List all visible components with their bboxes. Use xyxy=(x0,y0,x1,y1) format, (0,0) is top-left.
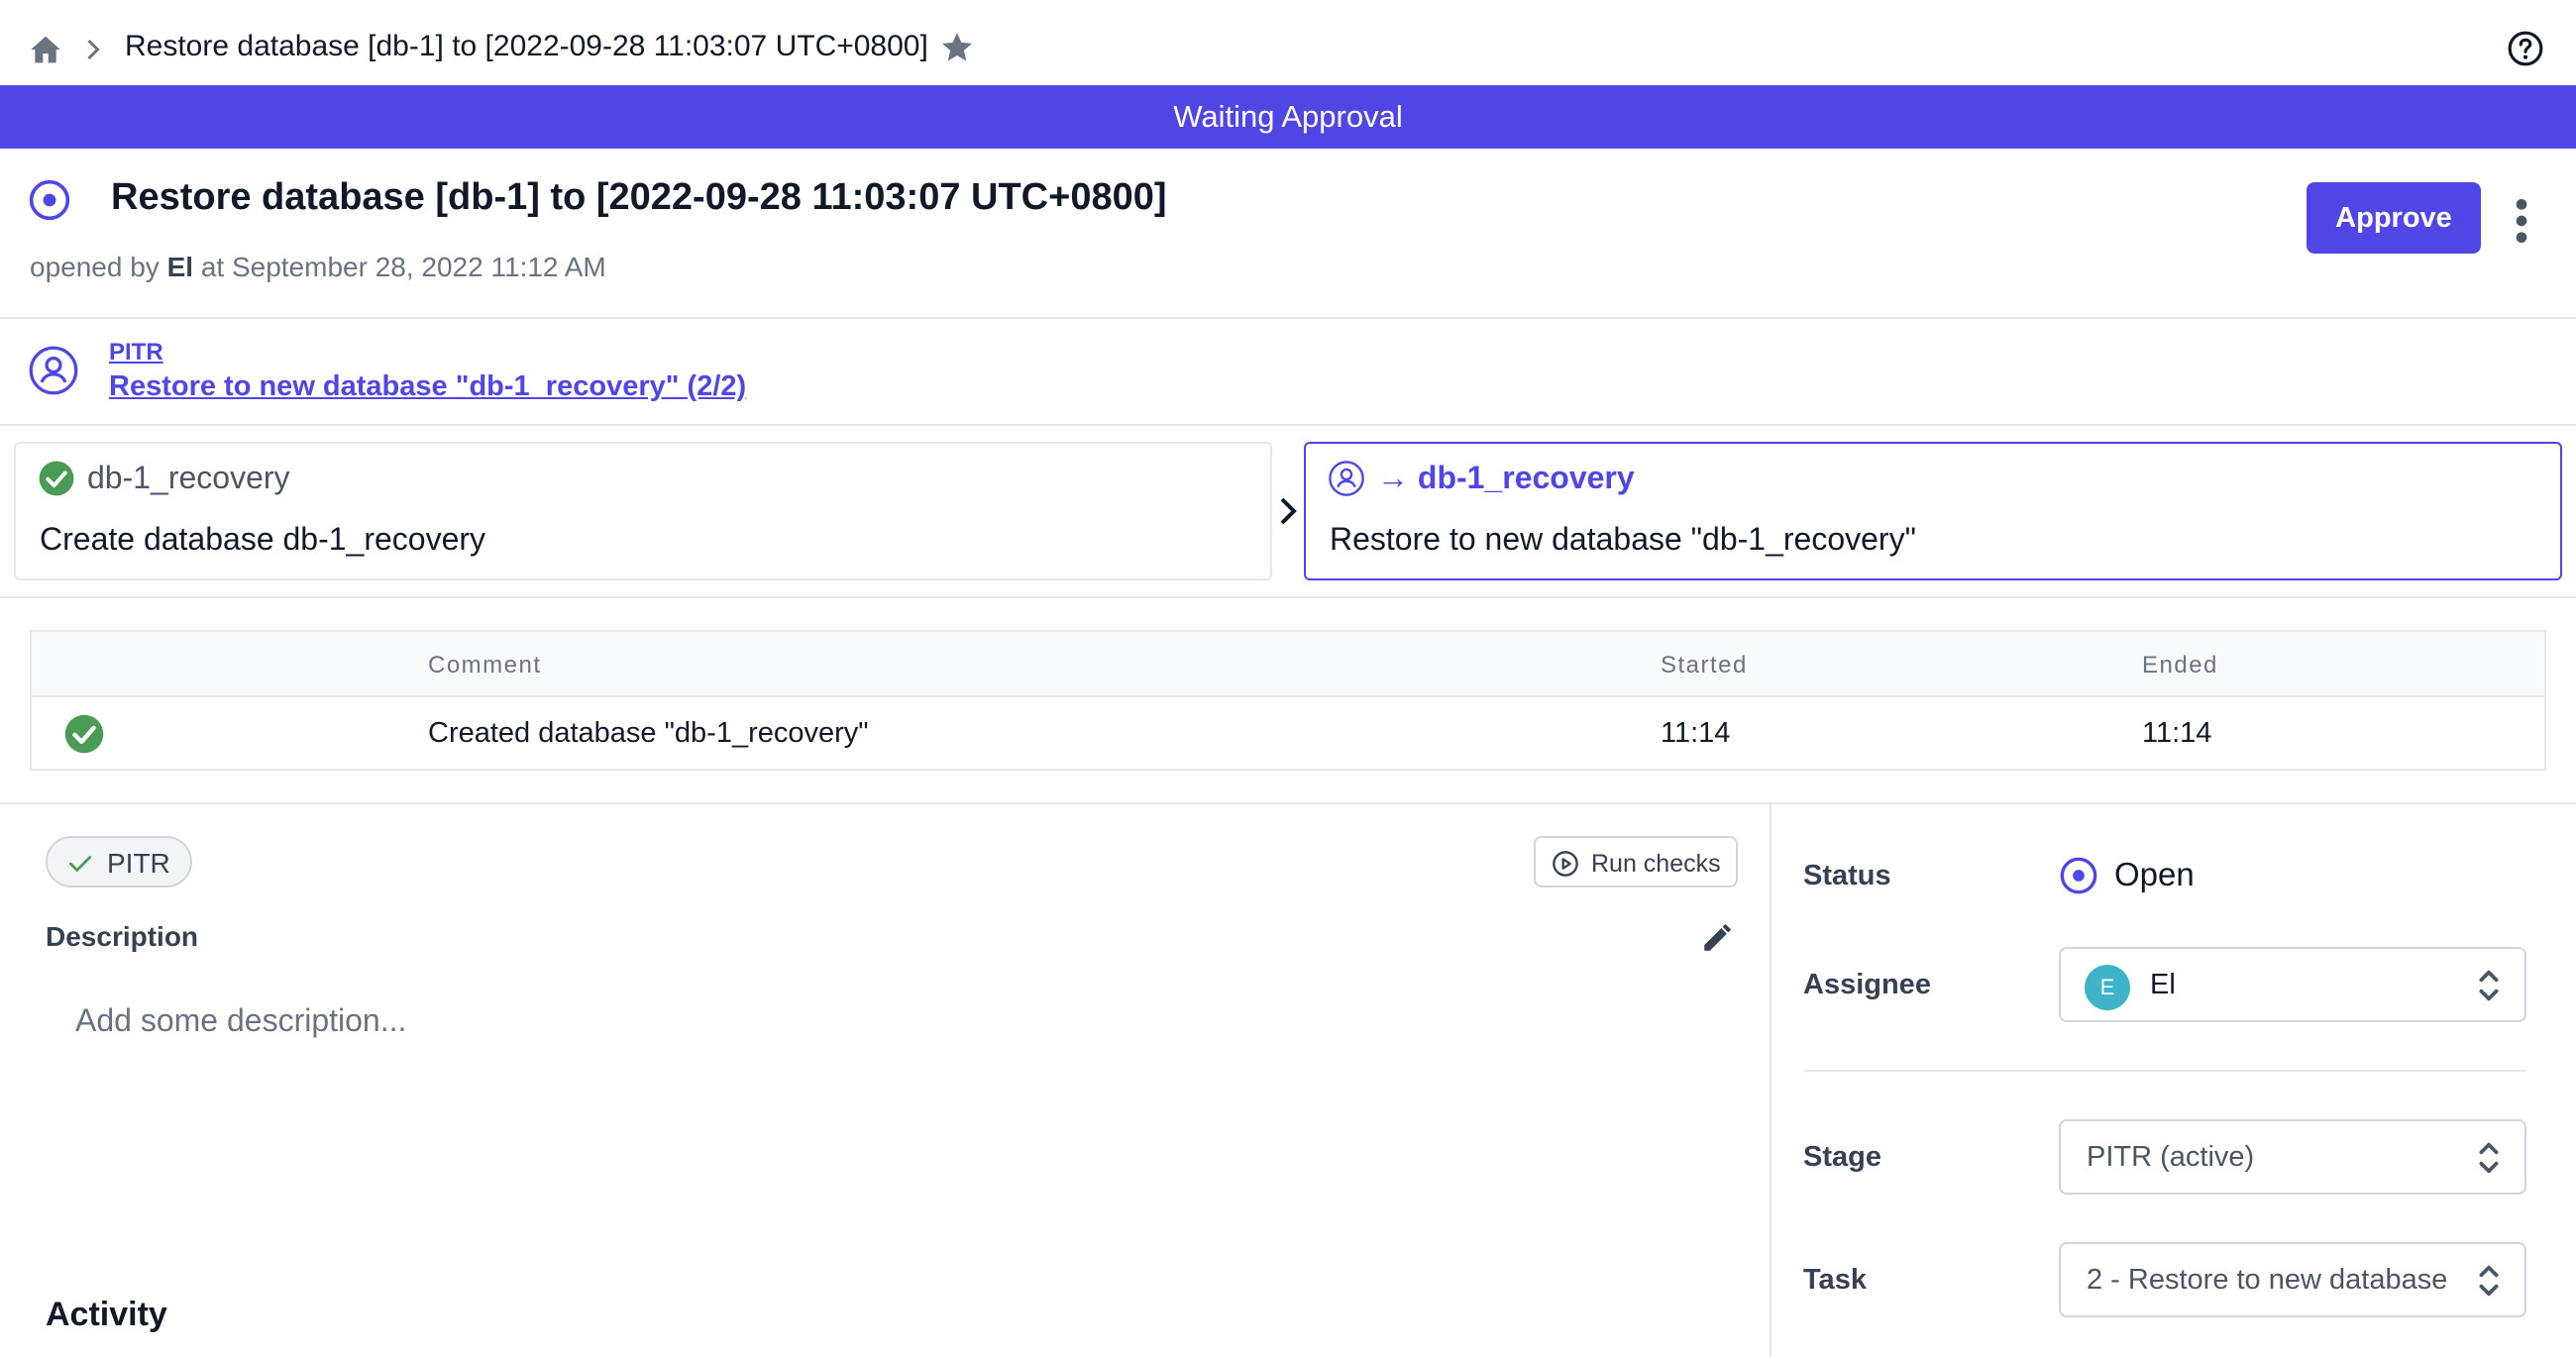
pipeline-summary: PITR Restore to new database "db-1_recov… xyxy=(0,319,2576,426)
task-list: db-1_recovery Create database db-1_recov… xyxy=(0,426,2576,598)
section-divider xyxy=(0,802,2576,804)
run-started: 11:14 xyxy=(1661,717,1731,749)
avatar: E xyxy=(2085,965,2130,1010)
stage-value: PITR (active) xyxy=(2087,1141,2255,1173)
chevron-up-down-icon xyxy=(2479,1265,2499,1297)
top-breadcrumb-bar: Restore database [db-1] to [2022-09-28 1… xyxy=(0,0,2576,85)
approve-button[interactable]: Approve xyxy=(2307,182,2481,254)
column-header-started: Started xyxy=(1661,652,1748,678)
task-card-active[interactable]: → db-1_recovery Restore to new database … xyxy=(1304,442,2562,580)
description-input[interactable] xyxy=(46,981,1736,1060)
activity-heading: Activity xyxy=(46,1296,167,1333)
opened-prefix: opened by xyxy=(30,252,160,282)
sidebar-separator xyxy=(1803,1070,2526,1072)
assignee-value: El xyxy=(2150,969,2176,1000)
check-status-chip[interactable]: PITR xyxy=(46,836,192,887)
run-ended: 11:14 xyxy=(2142,717,2212,749)
user-circle-icon xyxy=(1329,461,1364,496)
checkmark-icon xyxy=(68,856,92,872)
open-status-icon xyxy=(2060,857,2097,894)
issue-header: Restore database [db-1] to [2022-09-28 1… xyxy=(0,149,2576,319)
chevron-right-icon xyxy=(87,39,100,60)
run-comment: Created database "db-1_recovery" xyxy=(428,717,869,749)
column-header-ended: Ended xyxy=(2142,652,2218,678)
chevron-up-down-icon xyxy=(2479,1142,2499,1174)
task-select[interactable]: 2 - Restore to new database xyxy=(2059,1242,2526,1317)
task-value: 2 - Restore to new database xyxy=(2087,1264,2448,1296)
status-label: Status xyxy=(1803,860,1891,891)
run-checks-button[interactable]: Run checks xyxy=(1534,836,1738,887)
assignee-select[interactable]: E El xyxy=(2059,947,2526,1022)
chevron-right-icon xyxy=(1280,497,1297,525)
stage-select[interactable]: PITR (active) xyxy=(2059,1119,2526,1195)
status-banner: Waiting Approval xyxy=(0,85,2576,149)
table-header: Comment Started Ended xyxy=(32,632,2544,697)
check-chip-label: PITR xyxy=(107,848,170,879)
stage-label: Stage xyxy=(1803,1141,1881,1173)
task-card-name: db-1_recovery xyxy=(87,460,290,495)
issue-opened-info: opened by El at September 28, 2022 11:12… xyxy=(30,252,606,283)
stage-link[interactable]: PITR xyxy=(109,339,163,366)
help-icon[interactable] xyxy=(2507,30,2544,67)
pencil-icon[interactable] xyxy=(1700,921,1734,955)
column-header-comment: Comment xyxy=(428,652,542,678)
task-card[interactable]: db-1_recovery Create database db-1_recov… xyxy=(14,442,1272,580)
check-circle-icon xyxy=(64,714,104,754)
task-card-description: Create database db-1_recovery xyxy=(40,521,486,557)
chevron-up-down-icon xyxy=(2479,970,2499,1001)
description-label: Description xyxy=(46,921,199,952)
star-icon[interactable] xyxy=(939,30,975,65)
opened-at: at September 28, 2022 11:12 AM xyxy=(200,252,606,282)
status-value: Open xyxy=(2114,856,2195,892)
breadcrumb-title: Restore database [db-1] to [2022-09-28 1… xyxy=(125,30,928,62)
play-circle-icon xyxy=(1553,851,1578,877)
issue-title: Restore database [db-1] to [2022-09-28 1… xyxy=(111,176,1167,218)
task-card-name: → db-1_recovery xyxy=(1377,460,1635,495)
assignee-label: Assignee xyxy=(1803,969,1931,1000)
check-circle-icon xyxy=(39,461,74,496)
task-card-description: Restore to new database "db-1_recovery" xyxy=(1330,521,1916,557)
open-status-icon xyxy=(29,179,70,221)
opened-by-user[interactable]: El xyxy=(167,252,193,282)
home-icon[interactable] xyxy=(30,35,61,64)
task-link[interactable]: Restore to new database "db-1_recovery" … xyxy=(109,370,746,403)
user-circle-icon xyxy=(29,346,78,395)
run-checks-label: Run checks xyxy=(1591,850,1721,878)
more-options-icon[interactable] xyxy=(2507,196,2536,246)
task-label: Task xyxy=(1803,1264,1867,1296)
task-run-table: Comment Started Ended Created database "… xyxy=(30,630,2546,771)
sidebar-divider xyxy=(1770,804,1771,1357)
